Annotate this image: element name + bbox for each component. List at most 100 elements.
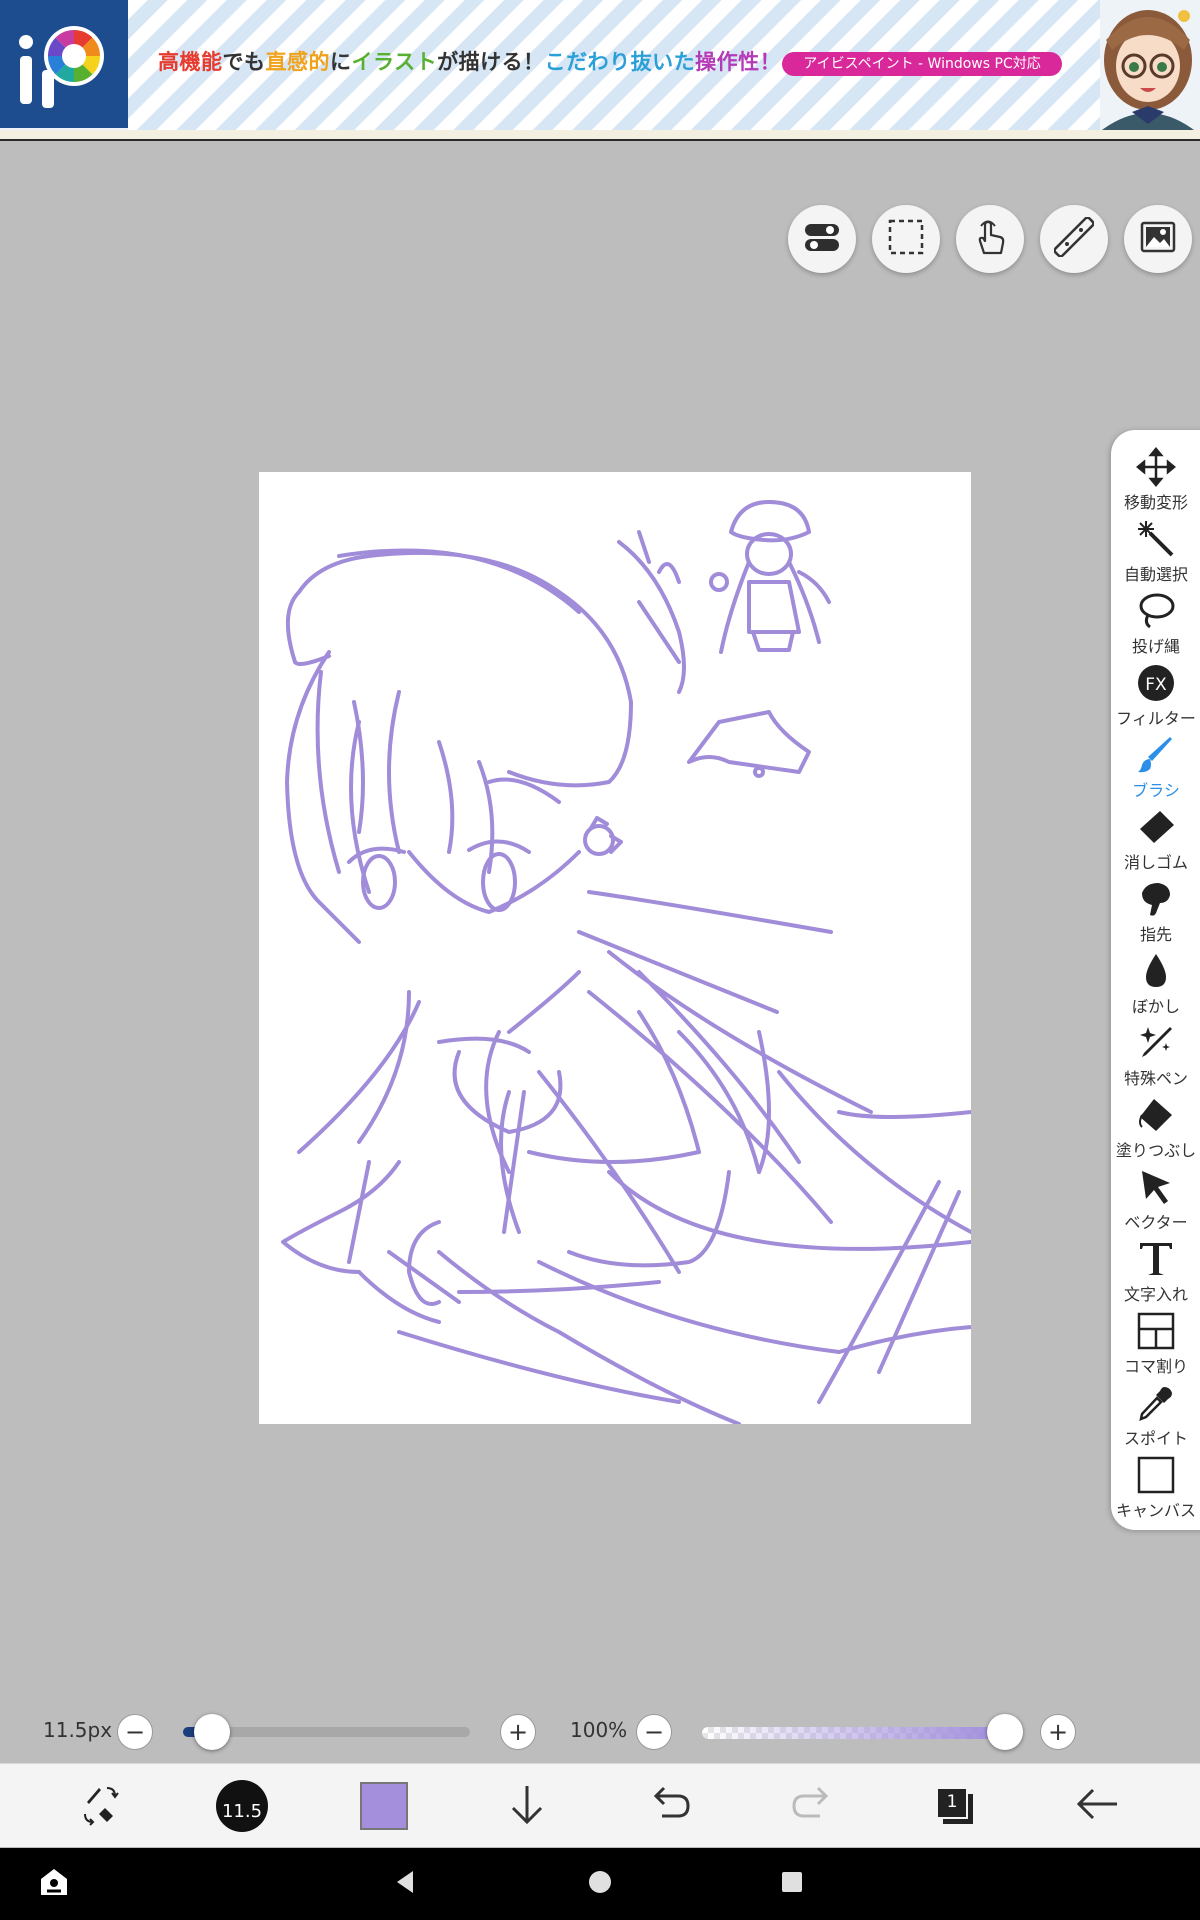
magic-wand-icon <box>1136 519 1176 559</box>
opacity-decrease-button[interactable]: − <box>636 1714 672 1750</box>
brush-icon <box>1136 735 1176 775</box>
ad-tagline-part: が描ける！ <box>437 50 545 74</box>
tool-move[interactable]: 移動変形 <box>1111 447 1200 519</box>
back-button[interactable] <box>1052 1764 1142 1848</box>
ad-pill[interactable]: アイビスペイント - Windows PC対応 <box>782 52 1062 76</box>
eyedropper-icon <box>1136 1383 1176 1423</box>
plus-icon: + <box>507 1718 529 1746</box>
tool-label: コマ割り <box>1123 1357 1188 1376</box>
ad-tagline-part: こだわり抜いた <box>544 50 696 74</box>
ad-banner[interactable]: 高機能でも直感的にイラストが描ける！こだわり抜いた操作性！ アイビスペイント -… <box>0 0 1200 141</box>
image-gallery-icon <box>1138 217 1178 261</box>
nav-recents-button[interactable] <box>774 1866 810 1902</box>
undo-button[interactable] <box>625 1764 715 1848</box>
layers-icon: 1 <box>933 1784 977 1828</box>
download-arrow-icon <box>505 1782 549 1830</box>
mascot-girl <box>1092 0 1200 130</box>
tool-eraser[interactable]: 消しゴム <box>1111 807 1200 879</box>
ruler-button[interactable] <box>1040 205 1108 273</box>
ruler-icon <box>1053 216 1095 261</box>
ibis-paint-logo[interactable] <box>0 0 128 128</box>
tool-label: フィルター <box>1116 709 1196 728</box>
tool-label: スポイト <box>1123 1429 1188 1448</box>
tool-label: 自動選択 <box>1123 565 1188 584</box>
nav-home-icon <box>587 1869 613 1899</box>
svg-text:FX: FX <box>1145 675 1167 695</box>
nav-home-button[interactable] <box>582 1866 618 1902</box>
tool-label: 移動変形 <box>1123 493 1188 512</box>
ad-tagline: 高機能でも直感的にイラストが描ける！こだわり抜いた操作性！ <box>158 46 781 76</box>
tool-frame[interactable]: コマ割り <box>1111 1311 1200 1383</box>
drawing-canvas[interactable] <box>259 472 971 1424</box>
size-increase-button[interactable]: + <box>500 1714 536 1750</box>
tool-panel: 移動変形 自動選択 投げ縄 FX フィルター ブラシ 消しゴム 指先 ぼかし 特… <box>1111 430 1200 1530</box>
back-arrow-icon <box>1075 1782 1119 1830</box>
selection-button[interactable] <box>872 205 940 273</box>
hand-touch-icon <box>970 217 1010 261</box>
tool-special-pen[interactable]: 特殊ペン <box>1111 1023 1200 1095</box>
brush-size-badge: 11.5 <box>221 1801 263 1822</box>
lasso-icon <box>1136 591 1176 631</box>
minus-icon: − <box>643 1718 665 1746</box>
opacity-increase-button[interactable]: + <box>1040 1714 1076 1750</box>
brush-size-button[interactable]: 11.5 <box>197 1764 287 1848</box>
opacity-slider[interactable] <box>702 1727 1005 1739</box>
fx-icon: FX <box>1136 663 1176 703</box>
system-nav-bar <box>0 1848 1200 1920</box>
move-arrows-icon <box>1136 447 1176 487</box>
brush-size-value: 11.5px <box>43 1718 113 1742</box>
nav-back-button[interactable] <box>388 1866 424 1902</box>
frame-divider-icon <box>1136 1311 1176 1351</box>
tool-label: ベクター <box>1124 1213 1188 1232</box>
selection-rect-icon <box>886 217 926 261</box>
toggle-icon <box>802 217 842 261</box>
redo-icon <box>790 1782 834 1830</box>
tool-eyedropper[interactable]: スポイト <box>1111 1383 1200 1455</box>
ad-tagline-part: 高機能 <box>158 50 223 74</box>
ad-tagline-part: に <box>330 50 352 74</box>
download-button[interactable] <box>482 1764 572 1848</box>
tool-label: 塗りつぶし <box>1115 1141 1197 1160</box>
nav-recents-icon <box>779 1869 805 1899</box>
canvas-square-icon <box>1136 1455 1176 1495</box>
brush-eraser-swap-button[interactable] <box>54 1764 144 1848</box>
tool-label: 投げ縄 <box>1131 637 1180 656</box>
tool-filter[interactable]: FX フィルター <box>1111 663 1200 735</box>
layer-count-badge: 1 <box>946 1792 958 1812</box>
plus-icon: + <box>1047 1718 1069 1746</box>
tool-canvas[interactable]: キャンバス <box>1111 1455 1200 1527</box>
size-decrease-button[interactable]: − <box>117 1714 153 1750</box>
tool-blur[interactable]: ぼかし <box>1111 951 1200 1023</box>
tool-smudge[interactable]: 指先 <box>1111 879 1200 951</box>
hand-touch-button[interactable] <box>956 205 1024 273</box>
tool-label: ブラシ <box>1132 781 1180 800</box>
nav-back-icon <box>393 1869 419 1899</box>
gallery-button[interactable] <box>1124 205 1192 273</box>
brush-eraser-swap-icon <box>77 1782 121 1830</box>
tool-label: キャンバス <box>1115 1501 1196 1520</box>
finger-icon <box>1136 879 1176 919</box>
bottom-action-bar: 11.5 1 <box>0 1763 1200 1847</box>
tool-lasso[interactable]: 投げ縄 <box>1111 591 1200 663</box>
tool-magic-wand[interactable]: 自動選択 <box>1111 519 1200 591</box>
cursor-arrow-icon <box>1136 1167 1176 1207</box>
ad-tagline-part: でも <box>222 50 266 74</box>
tool-text[interactable]: 文字入れ <box>1111 1239 1200 1311</box>
brush-size-slider-knob[interactable] <box>194 1714 231 1750</box>
undo-icon <box>648 1782 692 1830</box>
tool-brush[interactable]: ブラシ <box>1111 735 1200 807</box>
opacity-slider-knob[interactable] <box>987 1714 1023 1750</box>
ad-bottom-strip <box>0 130 1200 139</box>
toggle-button[interactable] <box>788 205 856 273</box>
accessibility-icon <box>37 1865 71 1903</box>
accessibility-button[interactable] <box>36 1866 72 1902</box>
tool-label: 消しゴム <box>1123 853 1188 872</box>
tool-label: 特殊ペン <box>1123 1069 1188 1088</box>
drop-icon <box>1136 951 1176 991</box>
redo-button[interactable] <box>767 1764 857 1848</box>
tool-vector[interactable]: ベクター <box>1111 1167 1200 1239</box>
color-swatch-button[interactable] <box>339 1764 429 1848</box>
layers-button[interactable]: 1 <box>910 1764 1000 1848</box>
fill-bucket-icon <box>1136 1095 1176 1135</box>
tool-fill[interactable]: 塗りつぶし <box>1111 1095 1200 1167</box>
